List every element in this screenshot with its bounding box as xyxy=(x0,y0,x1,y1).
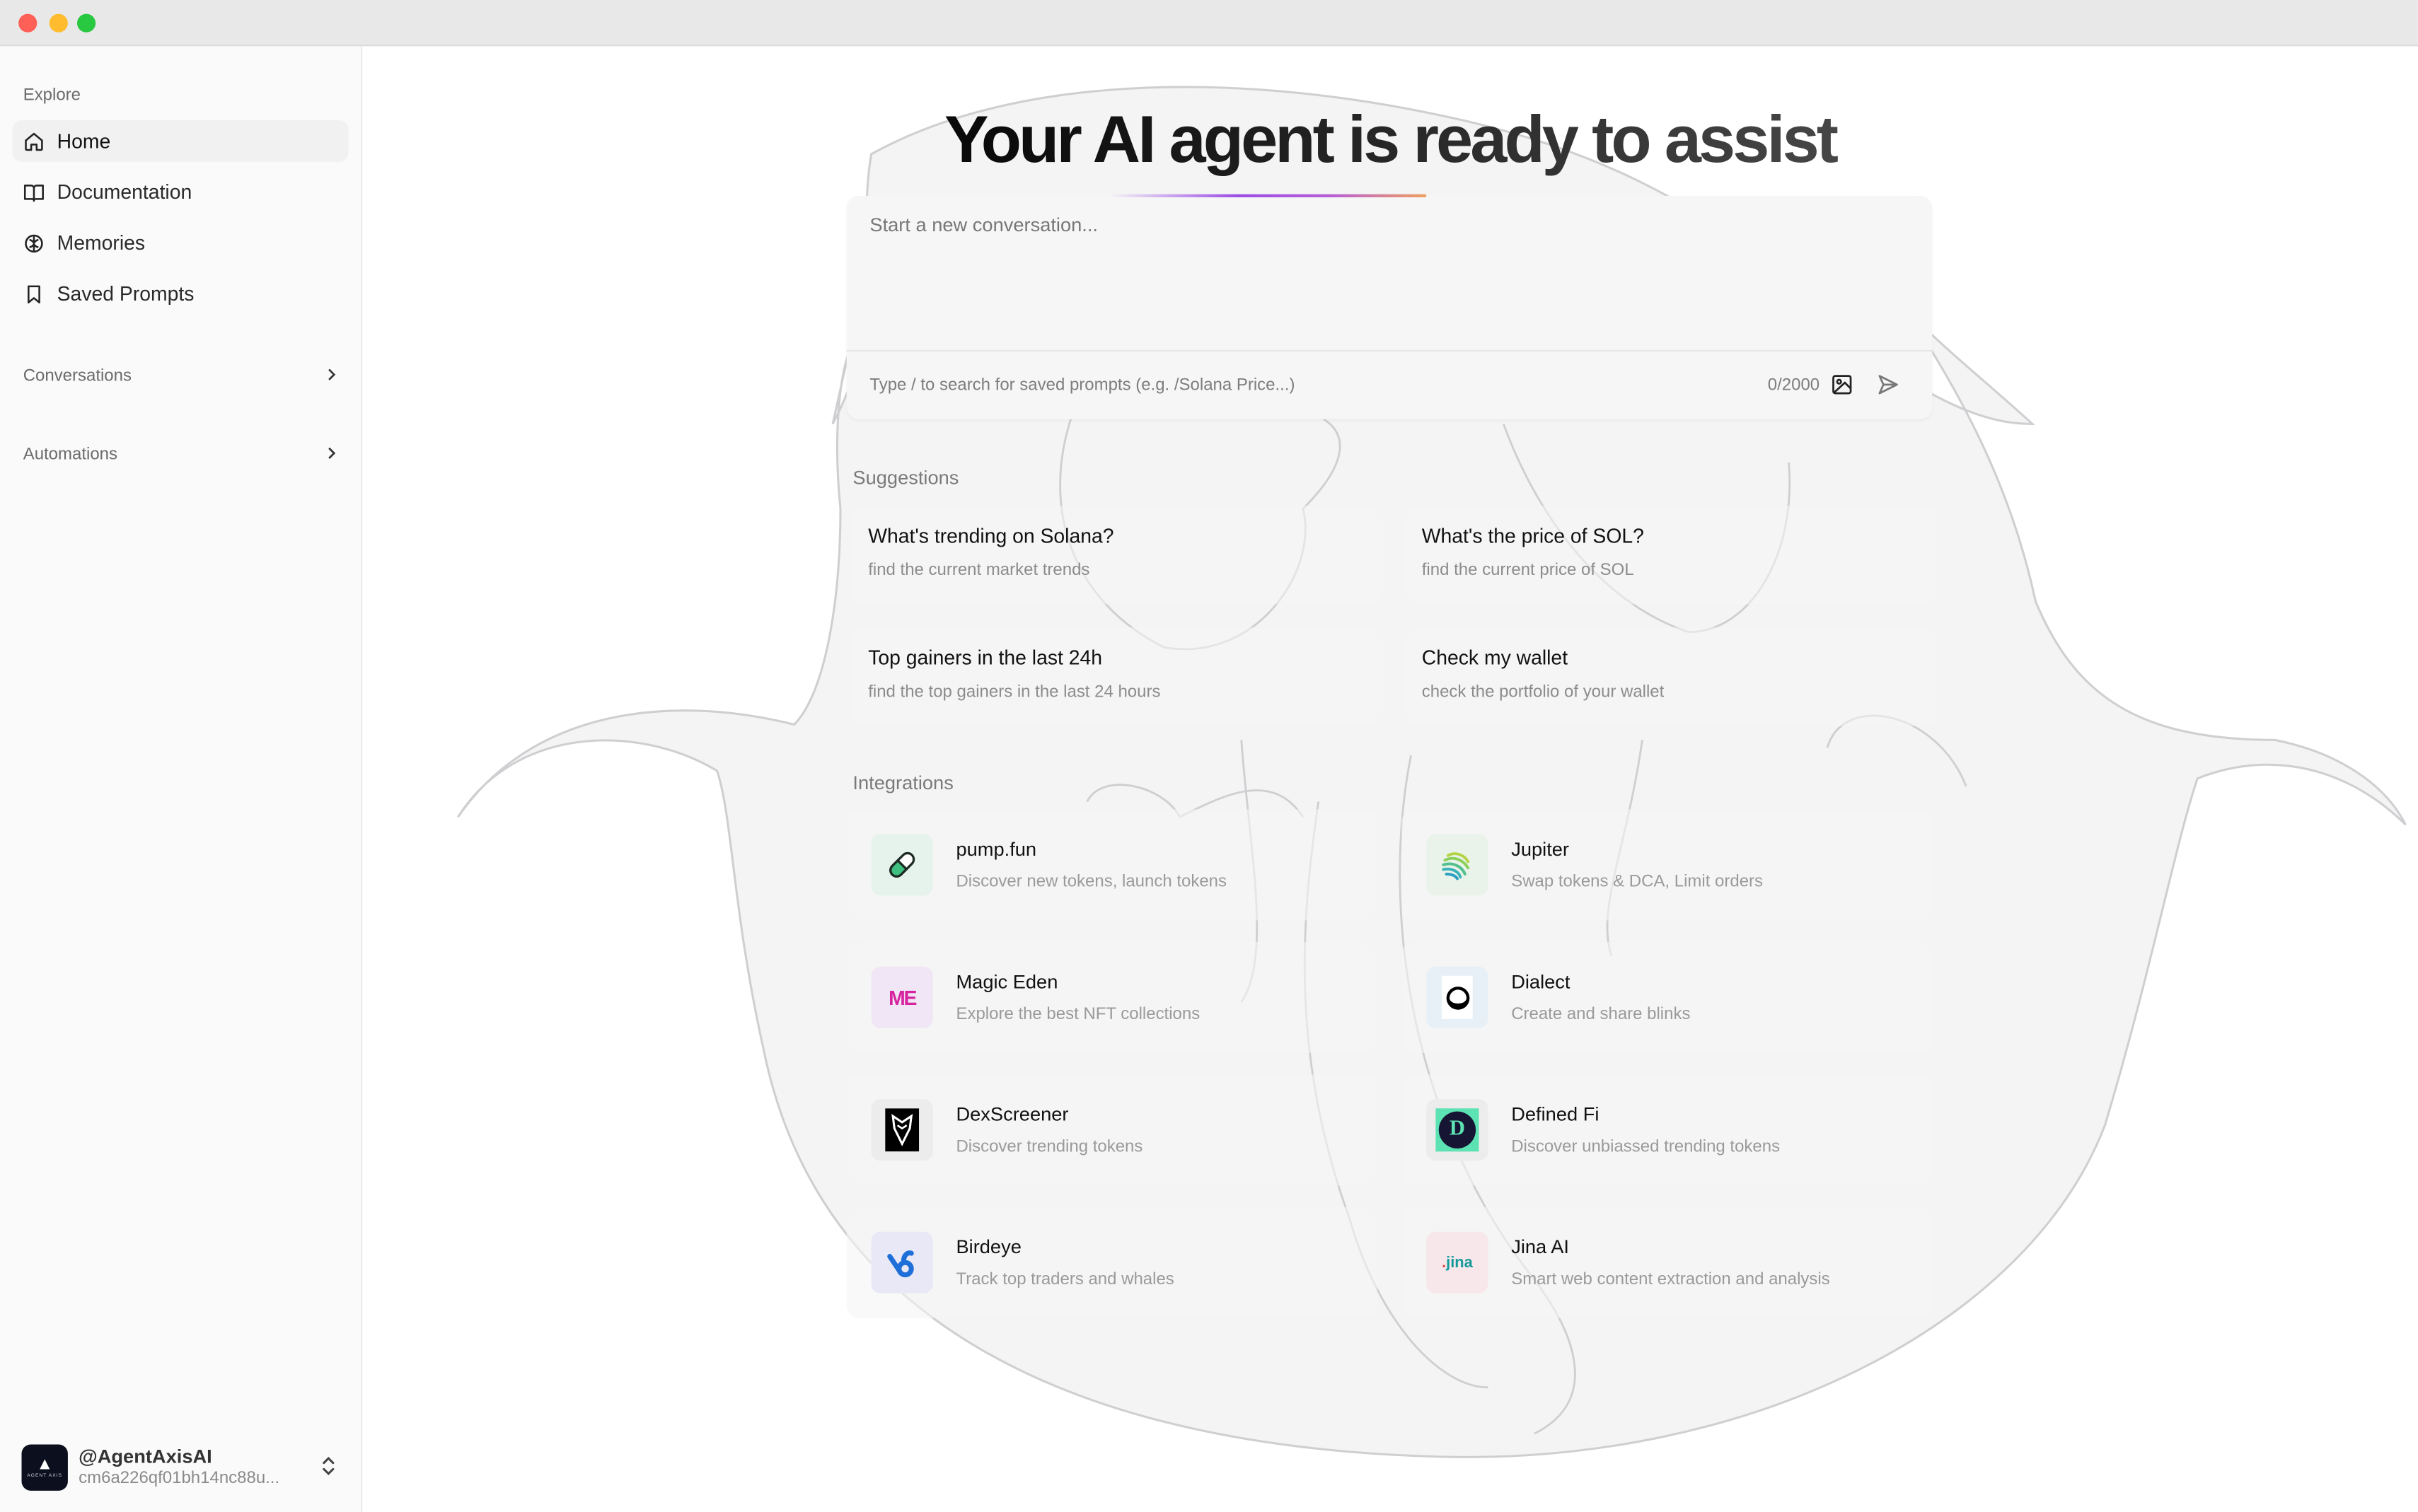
close-window-button[interactable] xyxy=(18,13,37,33)
suggestion-desc: check the portfolio of your wallet xyxy=(1421,682,1665,702)
integration-name: Magic Eden xyxy=(956,971,1058,993)
suggestion-card[interactable]: What's the price of SOL? find the curren… xyxy=(1406,505,1937,605)
suggestion-card[interactable]: Top gainers in the last 24h find the top… xyxy=(852,627,1384,726)
main-content: Your AI agent is ready to assist Type / … xyxy=(362,46,2418,1512)
jupiter-icon xyxy=(1426,834,1488,896)
chevron-right-icon[interactable] xyxy=(324,362,340,390)
integration-name: Defined Fi xyxy=(1511,1103,1600,1126)
image-icon[interactable] xyxy=(1830,373,1853,397)
integration-name: Jupiter xyxy=(1511,838,1570,861)
page-title: Your AI agent is ready to assist xyxy=(362,103,2418,179)
home-icon xyxy=(23,130,45,152)
integration-name: DexScreener xyxy=(956,1103,1069,1126)
dialect-icon xyxy=(1426,966,1488,1028)
sidebar-item-label: Documentation xyxy=(57,180,192,204)
integration-card-jina-ai[interactable]: .jina Jina AI Smart web content extracti… xyxy=(1401,1206,1933,1318)
sidebar-item-label: Saved Prompts xyxy=(57,281,195,306)
chevron-right-icon[interactable] xyxy=(324,441,340,468)
integration-card-magic-eden[interactable]: ME Magic Eden Explore the best NFT colle… xyxy=(846,941,1377,1053)
suggestion-card[interactable]: What's trending on Solana? find the curr… xyxy=(852,505,1384,605)
suggestion-desc: find the top gainers in the last 24 hour… xyxy=(868,682,1161,702)
integration-name: Birdeye xyxy=(956,1236,1022,1258)
sidebar: Explore Home Documentation Memories Save… xyxy=(0,46,363,1512)
suggestion-desc: find the current market trends xyxy=(868,561,1090,580)
integration-card-dialect[interactable]: Dialect Create and share blinks xyxy=(1401,941,1933,1053)
jina-icon: .jina xyxy=(1426,1231,1488,1293)
chat-composer: Type / to search for saved prompts (e.g.… xyxy=(846,195,1933,419)
pill-icon xyxy=(871,834,933,896)
defined-fi-icon: D xyxy=(1426,1099,1488,1161)
conversation-input[interactable] xyxy=(846,195,1933,350)
integration-desc: Discover trending tokens xyxy=(956,1137,1143,1156)
brain-icon xyxy=(23,232,45,254)
composer-accent-glow xyxy=(1110,194,1427,198)
suggestion-card[interactable]: Check my wallet check the portfolio of y… xyxy=(1406,627,1937,726)
avatar: ▲ AGENT AXIS xyxy=(21,1444,68,1491)
integration-card-defined-fi[interactable]: D Defined Fi Discover unbiassed trending… xyxy=(1401,1074,1933,1186)
integration-desc: Explore the best NFT collections xyxy=(956,1005,1201,1024)
suggestion-title: Top gainers in the last 24h xyxy=(868,646,1103,670)
user-account-switcher[interactable]: ▲ AGENT AXIS @AgentAxisAI cm6a226qf01bh1… xyxy=(21,1443,346,1492)
bookmark-icon xyxy=(23,283,45,305)
integrations-label: Integrations xyxy=(852,772,954,794)
avatar-text: AGENT AXIS xyxy=(27,1472,63,1479)
app-window: Explore Home Documentation Memories Save… xyxy=(0,0,2418,1512)
integration-desc: Swap tokens & DCA, Limit orders xyxy=(1511,872,1764,891)
minimize-window-button[interactable] xyxy=(49,13,68,33)
book-icon xyxy=(23,181,45,203)
explore-section-label: Explore xyxy=(23,86,81,105)
sidebar-item-memories[interactable]: Memories xyxy=(12,222,348,264)
sidebar-item-home[interactable]: Home xyxy=(12,120,349,162)
magic-eden-icon: ME xyxy=(871,966,933,1028)
sidebar-item-saved-prompts[interactable]: Saved Prompts xyxy=(12,273,348,315)
title-bar xyxy=(0,0,2418,47)
saved-prompts-hint: Type / to search for saved prompts (e.g.… xyxy=(869,376,1295,395)
integration-name: Dialect xyxy=(1511,971,1570,993)
send-icon[interactable] xyxy=(1877,373,1900,397)
integration-desc: Smart web content extraction and analysi… xyxy=(1511,1270,1830,1289)
integration-card-jupiter[interactable]: Jupiter Swap tokens & DCA, Limit orders xyxy=(1401,809,1933,921)
sidebar-group-conversations[interactable]: Conversations xyxy=(23,362,340,390)
integration-desc: Create and share blinks xyxy=(1511,1005,1691,1024)
composer-divider xyxy=(846,349,1933,351)
integration-desc: Track top traders and whales xyxy=(956,1270,1174,1289)
sidebar-item-label: Home xyxy=(57,129,111,153)
suggestion-desc: find the current price of SOL xyxy=(1421,561,1634,580)
integration-desc: Discover new tokens, launch tokens xyxy=(956,872,1227,891)
dexscreener-icon xyxy=(871,1099,933,1161)
suggestion-title: What's trending on Solana? xyxy=(868,524,1114,547)
integration-desc: Discover unbiassed trending tokens xyxy=(1511,1137,1781,1156)
automations-label: Automations xyxy=(23,445,118,465)
user-id: cm6a226qf01bh14nc88u... xyxy=(79,1469,280,1488)
sidebar-item-label: Memories xyxy=(57,231,146,255)
conversations-label: Conversations xyxy=(23,366,132,385)
sidebar-item-documentation[interactable]: Documentation xyxy=(12,171,348,213)
agent-axis-logo-icon: ▲ xyxy=(36,1455,54,1474)
user-handle: @AgentAxisAI xyxy=(79,1446,212,1468)
character-count: 0/2000 xyxy=(1767,376,1820,395)
integration-card-birdeye[interactable]: Birdeye Track top traders and whales xyxy=(846,1206,1377,1318)
suggestion-title: What's the price of SOL? xyxy=(1421,524,1644,547)
maximize-window-button[interactable] xyxy=(76,13,96,33)
integration-name: pump.fun xyxy=(956,838,1037,861)
birdeye-icon xyxy=(871,1231,933,1293)
suggestions-label: Suggestions xyxy=(852,467,959,489)
sidebar-group-automations[interactable]: Automations xyxy=(23,441,340,468)
integration-card-pump-fun[interactable]: pump.fun Discover new tokens, launch tok… xyxy=(846,809,1377,921)
integration-name: Jina AI xyxy=(1511,1236,1570,1258)
chevrons-up-down-icon[interactable] xyxy=(320,1455,336,1484)
integration-card-dexscreener[interactable]: DexScreener Discover trending tokens xyxy=(846,1074,1377,1186)
suggestion-title: Check my wallet xyxy=(1421,646,1568,670)
